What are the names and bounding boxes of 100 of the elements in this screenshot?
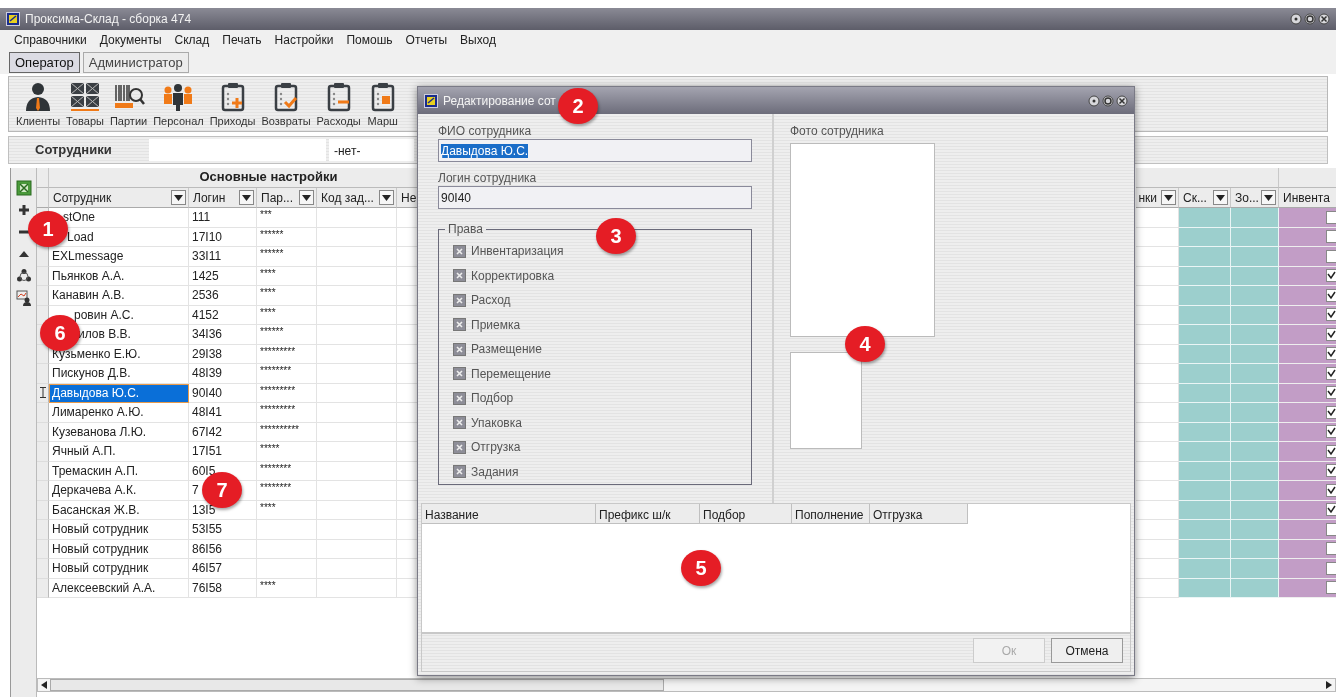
close-button[interactable] (1318, 13, 1330, 25)
checkbox[interactable] (1326, 464, 1336, 478)
menu-item[interactable]: Настройки (274, 31, 334, 49)
table-cell (1136, 403, 1179, 423)
menu-item[interactable]: Отчеты (405, 31, 448, 49)
group-title: Права (447, 223, 484, 235)
checkbox[interactable] (1326, 308, 1336, 322)
checkbox[interactable] (1326, 210, 1336, 224)
checkbox[interactable] (453, 416, 466, 430)
input-field[interactable]: 90I40 (438, 186, 752, 209)
checkbox[interactable] (453, 318, 466, 332)
scroll-left-icon[interactable] (41, 681, 47, 689)
checkbox[interactable] (453, 269, 466, 283)
toolbar-button[interactable]: Марш (365, 81, 400, 128)
recycle-icon[interactable] (15, 268, 32, 284)
checkbox[interactable] (1326, 230, 1336, 244)
checkbox[interactable] (1326, 269, 1336, 283)
checkbox[interactable] (1326, 425, 1336, 439)
checkbox[interactable] (1326, 483, 1336, 497)
menu-item[interactable]: Помошь (346, 31, 393, 49)
checkbox[interactable] (453, 244, 466, 258)
minimize-button[interactable] (1290, 13, 1302, 25)
user-chart-icon[interactable] (15, 290, 32, 306)
checkbox[interactable] (1326, 327, 1336, 341)
table-cell (1179, 461, 1231, 481)
checkbox[interactable] (453, 293, 466, 307)
menu-item[interactable]: Справочники (14, 31, 87, 49)
menu-item[interactable]: Печать (222, 31, 262, 49)
filter-button[interactable] (1161, 190, 1176, 205)
checkbox[interactable] (1326, 522, 1336, 536)
checkbox[interactable] (453, 367, 466, 381)
filter-button[interactable] (171, 190, 186, 205)
toolbar-button[interactable]: Возвраты (260, 81, 312, 128)
maximize-button[interactable] (1102, 94, 1114, 107)
table-cell (1179, 559, 1231, 579)
combo-box[interactable]: -нет- (329, 139, 414, 161)
checkbox[interactable] (1326, 542, 1336, 556)
toolbar-button[interactable]: Персонал (152, 81, 205, 128)
scroll-thumb[interactable] (50, 679, 664, 691)
table-cell: Давыдова Ю.С. (49, 383, 189, 403)
table-cell: Пискунов Д.В. (49, 364, 189, 384)
table-cell (1136, 305, 1179, 325)
checkbox[interactable] (1326, 503, 1336, 517)
horizontal-scrollbar[interactable] (37, 678, 1336, 692)
toolbar-button[interactable]: Товары (65, 81, 105, 128)
caret-icon (302, 194, 311, 201)
table-cell (1136, 364, 1179, 384)
checkbox[interactable] (1326, 347, 1336, 361)
input-field[interactable]: Давыдова Ю.С. (438, 139, 752, 162)
checkbox[interactable] (453, 391, 466, 405)
toolbar-button[interactable]: Клиенты (15, 81, 62, 128)
checkbox[interactable] (1326, 444, 1336, 458)
table-cell: **** (257, 286, 317, 306)
menu-item[interactable]: Склад (174, 31, 210, 49)
table-cell: 17I10 (189, 227, 257, 247)
table-cell (1179, 364, 1231, 384)
table-cell (1231, 247, 1279, 267)
checkbox[interactable] (1326, 366, 1336, 380)
table-cell (1136, 325, 1179, 345)
filter-button[interactable] (379, 190, 394, 205)
checkbox[interactable] (1326, 561, 1336, 575)
table-cell: 46I57 (189, 559, 257, 579)
checkbox[interactable] (453, 440, 466, 454)
table-cell (1136, 520, 1179, 540)
table-cell: 90I40 (189, 383, 257, 403)
search-field[interactable] (149, 139, 326, 161)
checkbox[interactable] (1326, 405, 1336, 419)
filter-button[interactable] (1213, 190, 1228, 205)
checkbox[interactable] (1326, 386, 1336, 400)
menu-item[interactable]: Выход (460, 31, 496, 49)
checkbox[interactable] (453, 342, 466, 356)
mode-tab[interactable]: Администратор (82, 51, 189, 73)
toolbar-button[interactable]: Приходы (208, 81, 257, 128)
filter-button[interactable] (299, 190, 314, 205)
filter-button[interactable] (239, 190, 254, 205)
table-cell (1231, 461, 1279, 481)
checkbox[interactable] (1326, 288, 1336, 302)
checkbox-label: Отгрузка (471, 439, 521, 457)
field-label: Фото сотрудника (790, 123, 885, 139)
checkbox-label: Подбор (471, 390, 514, 408)
maximize-button[interactable] (1304, 13, 1316, 25)
table-cell: Алексеевский А.А. (49, 578, 189, 598)
close-button[interactable] (1116, 94, 1128, 107)
dialog-button[interactable]: Отмена (1051, 638, 1123, 663)
toolbar-button[interactable]: Партии (108, 81, 149, 128)
table-cell: **** (257, 266, 317, 286)
checkbox[interactable] (453, 465, 466, 479)
menu-item[interactable]: Документы (99, 31, 162, 49)
toolbar-button[interactable]: Расходы (315, 81, 362, 128)
spreadsheet-icon[interactable] (15, 180, 32, 196)
scroll-right-icon[interactable] (1326, 681, 1332, 689)
checkbox[interactable] (1326, 581, 1336, 595)
table-cell: Тремаскин А.П. (49, 461, 189, 481)
filter-button[interactable] (1261, 190, 1276, 205)
minimize-button[interactable] (1088, 94, 1100, 107)
mode-tab[interactable]: Оператор (9, 51, 80, 73)
checkbox[interactable] (1326, 249, 1336, 263)
table-cell: 76I58 (189, 578, 257, 598)
table-cell (1231, 481, 1279, 501)
checkbox-label: Задания (471, 463, 519, 481)
